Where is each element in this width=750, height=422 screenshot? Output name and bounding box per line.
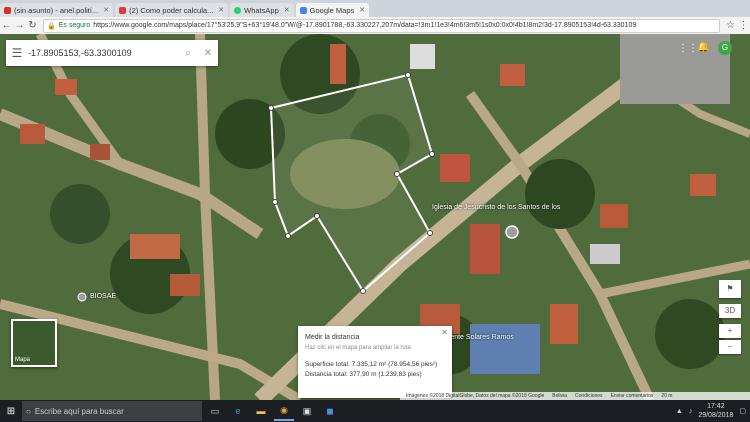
close-icon[interactable]: ✕	[441, 328, 448, 337]
attribution-text: Imágenes ©2018 DigitalGlobe, Datos del m…	[406, 393, 545, 399]
tab-label: (sin asunto) - anel.polití...	[14, 5, 99, 15]
region-text: Bolivia	[552, 393, 568, 399]
layers-label: Mapa	[15, 357, 31, 363]
back-icon[interactable]: ←	[0, 20, 13, 31]
clock-time: 17:42	[707, 403, 725, 410]
avatar[interactable]: G	[718, 41, 732, 55]
church-label[interactable]: Iglesia de Jesucristo de los Santos de l…	[432, 204, 562, 211]
star-icon[interactable]: ☆	[724, 20, 737, 31]
taskbar-search-placeholder: Escribe aquí para buscar	[34, 406, 124, 416]
layers-toggle[interactable]: Mapa	[11, 319, 57, 367]
url-field[interactable]: 🔒 Es seguro https://www.google.com/maps/…	[43, 18, 720, 33]
search-icon: ○	[26, 406, 31, 416]
measure-title: Medir la distancia	[305, 334, 360, 341]
notifications-icon[interactable]: 🔔	[697, 42, 709, 53]
clock[interactable]: 17:42 29/08/2018	[698, 402, 733, 420]
search-input[interactable]: -17.8905153,-63.3300109	[28, 48, 178, 58]
network-icon[interactable]: ▲	[676, 408, 683, 415]
edge-icon[interactable]: e	[228, 402, 248, 420]
close-icon[interactable]: ✕	[359, 6, 365, 14]
notification-center-icon[interactable]: ▢	[739, 407, 746, 415]
tab-label: Google Maps	[309, 5, 355, 15]
feedback-link[interactable]: Enviar comentarios	[611, 393, 654, 399]
lock-icon: 🔒	[47, 22, 56, 30]
close-icon[interactable]: ✕	[198, 48, 218, 59]
close-icon[interactable]: ✕	[284, 6, 290, 14]
hamburger-menu-icon[interactable]: ☰	[6, 46, 28, 60]
volume-icon[interactable]: ♪	[689, 408, 693, 415]
youtube-icon	[119, 6, 127, 14]
tab-gmail[interactable]: (sin asunto) - anel.polití... ✕	[0, 3, 114, 17]
address-bar: ← → ↻ 🔒 Es seguro https://www.google.com…	[0, 17, 750, 35]
secure-label: Es seguro	[58, 22, 91, 29]
measure-distance: Distancia total: 377,90 m (1.239,83 pies…	[305, 371, 422, 378]
more-icon[interactable]: ⋮	[737, 20, 750, 31]
chrome-icon[interactable]: ◉	[274, 401, 294, 421]
task-view-icon[interactable]: ▭	[205, 402, 225, 420]
bioase-label[interactable]: BIOSAE	[90, 293, 116, 300]
taskbar-search[interactable]: ○ Escribe aquí para buscar	[22, 401, 202, 421]
measure-subtitle: Haz clic en el mapa para ampliar la ruta	[305, 345, 411, 351]
zoom-out-button[interactable]: −	[719, 340, 741, 354]
whatsapp-icon	[234, 6, 242, 14]
map-footer: Imágenes ©2018 DigitalGlobe, Datos del m…	[400, 392, 750, 400]
url-text: https://www.google.com/maps/place/17°53'…	[93, 22, 637, 29]
tab-bar: (sin asunto) - anel.polití... ✕ (2) Como…	[0, 0, 750, 17]
measure-distance-panel: Medir la distancia ✕ Haz clic en el mapa…	[298, 326, 452, 398]
clock-date: 29/08/2018	[698, 412, 734, 419]
store-icon[interactable]: ▣	[297, 402, 317, 420]
map-search-box: ☰ -17.8905153,-63.3300109 ⌕ ✕	[6, 40, 218, 66]
zoom-in-button[interactable]: +	[719, 324, 741, 338]
map-canvas[interactable]: Iglesia de Jesucristo de los Santos de l…	[0, 34, 750, 400]
file-explorer-icon[interactable]: ▬	[251, 402, 271, 420]
forward-icon[interactable]: →	[13, 20, 26, 31]
scale-label: 20 m	[661, 393, 673, 399]
close-icon[interactable]: ✕	[218, 6, 224, 14]
pegman-icon[interactable]: ⚑	[719, 280, 741, 298]
tab-whatsapp[interactable]: WhatsApp ✕	[230, 3, 294, 17]
windows-start-icon[interactable]: ⊞	[0, 406, 22, 417]
measure-area: Superficie total: 7.335,12 m² (78.954,56…	[305, 361, 438, 368]
terms-link[interactable]: Condiciones	[575, 393, 603, 399]
tab-label: (2) Como poder calcula...	[129, 5, 214, 15]
gmail-icon	[4, 6, 11, 14]
tab-youtube[interactable]: (2) Como poder calcula... ✕	[115, 3, 229, 17]
close-icon[interactable]: ✕	[103, 6, 109, 14]
reload-icon[interactable]: ↻	[26, 20, 39, 31]
search-icon[interactable]: ⌕	[178, 48, 198, 59]
tab-label: WhatsApp	[244, 5, 279, 15]
taskbar: ⊞ ○ Escribe aquí para buscar ▭ e ▬ ◉ ▣ ◼…	[0, 400, 750, 422]
system-tray: ▲ ♪ 17:42 29/08/2018 ▢	[676, 402, 746, 420]
view-3d-button[interactable]: 3D	[719, 304, 741, 318]
tab-google-maps[interactable]: Google Maps ✕	[295, 3, 370, 17]
google-maps-icon	[299, 6, 307, 14]
photos-icon[interactable]: ◼	[320, 402, 340, 420]
